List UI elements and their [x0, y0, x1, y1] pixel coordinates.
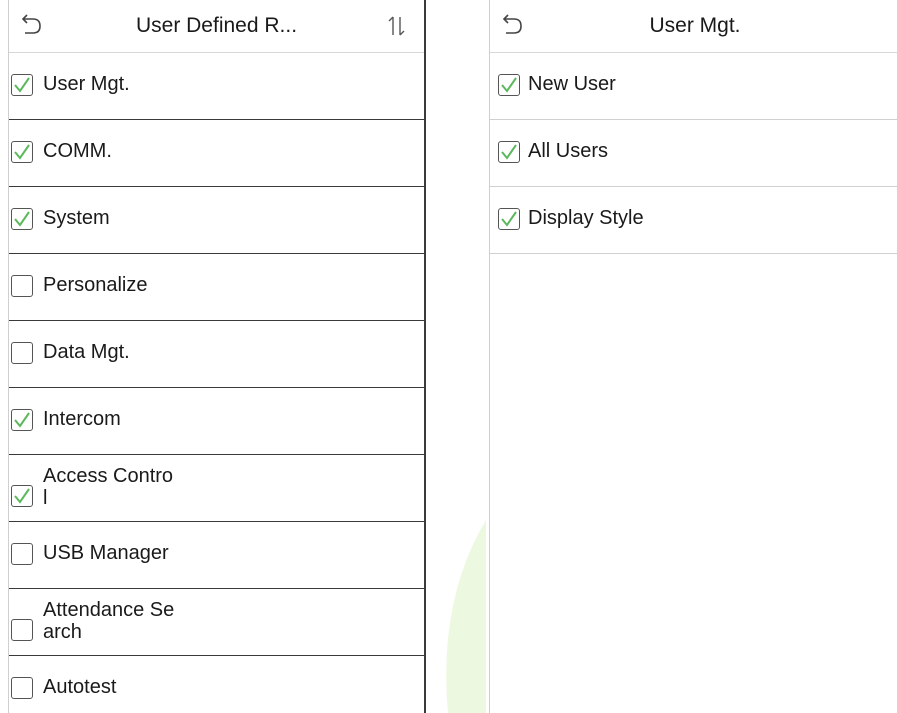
list-item-label: All Users: [528, 140, 609, 162]
right-header: User Mgt.: [490, 0, 897, 53]
list-item-label: Autotest: [43, 676, 117, 698]
list-item-usb-manager[interactable]: USB Manager: [9, 522, 424, 589]
list-item-comm[interactable]: COMM.: [9, 120, 424, 187]
list-item-user-mgt[interactable]: User Mgt.: [9, 53, 424, 120]
checkbox[interactable]: [498, 208, 520, 230]
checkbox[interactable]: [11, 485, 33, 507]
list-item-label: New User: [528, 73, 616, 95]
list-item-label: COMM.: [43, 140, 112, 162]
list-item-attendance-search[interactable]: Attendance Se arch: [9, 589, 424, 656]
checkmark-icon: [14, 144, 30, 160]
checkmark-icon: [501, 211, 517, 227]
list-item-autotest[interactable]: Autotest: [9, 656, 424, 713]
list-item-label: Access Contro l: [43, 465, 173, 509]
list-item-label: Intercom: [43, 408, 121, 430]
checkbox[interactable]: [11, 208, 33, 230]
list-item-personalize[interactable]: Personalize: [9, 254, 424, 321]
list-item-label: User Mgt.: [43, 73, 130, 95]
checkbox[interactable]: [498, 74, 520, 96]
checkmark-icon: [14, 211, 30, 227]
list-item-data-mgt[interactable]: Data Mgt.: [9, 321, 424, 388]
page-title: User Mgt.: [649, 14, 741, 37]
checkbox[interactable]: [11, 141, 33, 163]
list-item-intercom[interactable]: Intercom: [9, 388, 424, 455]
list-item-label: Data Mgt.: [43, 341, 130, 363]
checkmark-icon: [14, 488, 30, 504]
right-panel: User Mgt. New User All Users Display Sty…: [489, 0, 897, 713]
checkbox[interactable]: [11, 342, 33, 364]
left-header: User Defined R...: [9, 0, 424, 53]
checkmark-icon: [501, 144, 517, 160]
left-panel: User Defined R... User Mgt. COMM. System…: [8, 0, 426, 713]
list-item-all-users[interactable]: All Users: [490, 120, 897, 187]
label-line-1: Access Contro: [43, 465, 174, 487]
sort-arrows-icon[interactable]: [384, 13, 410, 39]
list-item-display-style[interactable]: Display Style: [490, 187, 897, 254]
list-item-label: Personalize: [43, 274, 148, 296]
list-item-access-control[interactable]: Access Contro l: [9, 455, 424, 522]
label-line-1: Attendance Se: [43, 599, 175, 621]
checkbox[interactable]: [11, 619, 33, 641]
checkmark-icon: [501, 77, 517, 93]
checkbox[interactable]: [11, 275, 33, 297]
back-arrow-icon[interactable]: [19, 14, 45, 36]
checkbox[interactable]: [498, 141, 520, 163]
list-item-label: Display Style: [528, 207, 644, 229]
list-item-system[interactable]: System: [9, 187, 424, 254]
checkbox[interactable]: [11, 543, 33, 565]
list-item-label: USB Manager: [43, 542, 169, 564]
list-item-new-user[interactable]: New User: [490, 53, 897, 120]
checkbox[interactable]: [11, 677, 33, 699]
checkmark-icon: [14, 412, 30, 428]
checkbox[interactable]: [11, 74, 33, 96]
page-title: User Defined R...: [135, 14, 298, 37]
list-item-label: Attendance Se arch: [43, 599, 174, 643]
list-item-label: System: [43, 207, 110, 229]
label-line-2: arch: [43, 621, 82, 643]
checkmark-icon: [14, 77, 30, 93]
checkbox[interactable]: [11, 409, 33, 431]
label-line-2: l: [43, 487, 48, 509]
watermark-decoration: [446, 520, 486, 713]
